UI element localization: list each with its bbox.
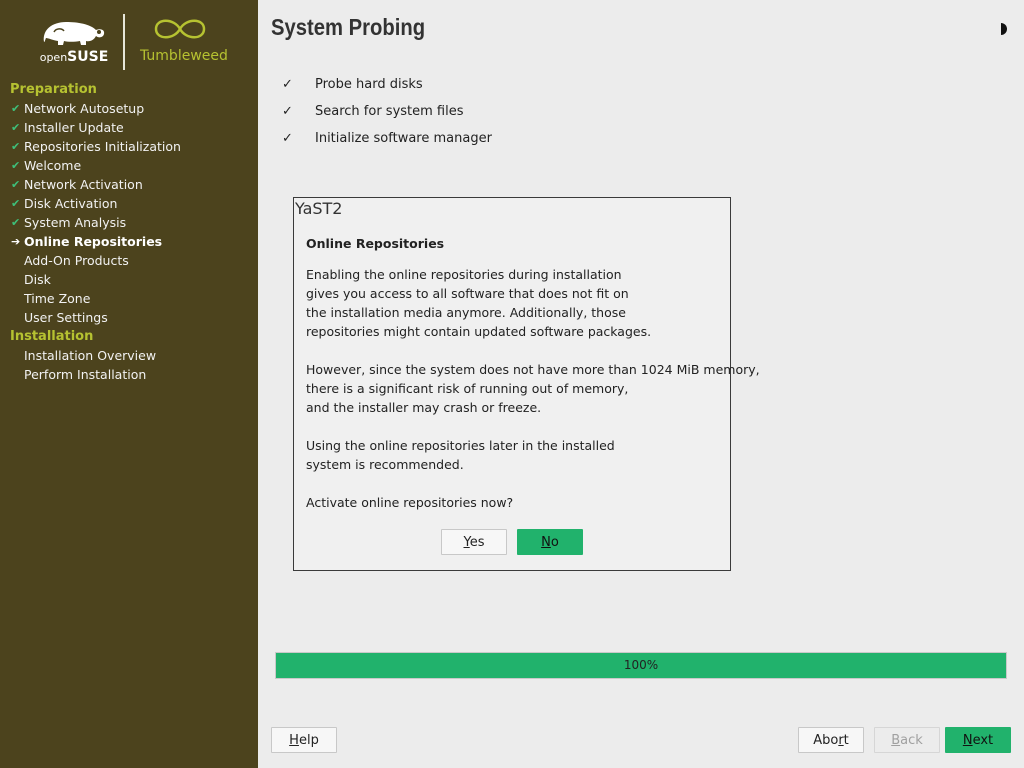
dialog-heading: Online Repositories — [306, 236, 445, 251]
step-label: Installer Update — [24, 120, 124, 135]
back-button-label: Back — [891, 733, 923, 748]
tumbleweed-logo: Tumbleweed — [130, 14, 230, 66]
probe-item: ✓ Initialize software manager — [282, 129, 492, 149]
no-button[interactable]: No — [517, 529, 583, 555]
dialog-text-line: system is recommended. — [306, 457, 464, 472]
check-icon: ✔ — [11, 197, 21, 210]
opensuse-wordmark: openSUSE — [39, 49, 109, 65]
dialog-text-line: gives you access to all software that do… — [306, 286, 629, 301]
step-item: ✔ Network Autosetup — [0, 99, 258, 118]
check-icon: ✔ — [11, 159, 21, 172]
dialog-text-line: However, since the system does not have … — [306, 362, 760, 377]
dialog-text-line: there is a significant risk of running o… — [306, 381, 629, 396]
dialog-text-line: the installation media anymore. Addition… — [306, 305, 626, 320]
chameleon-icon — [43, 22, 105, 45]
dialog-text-line: repositories might contain updated softw… — [306, 324, 652, 339]
installation-steps: Preparation ✔ Network Autosetup ✔ Installer … — [0, 80, 258, 384]
step-item: ✔ Network Activation — [0, 175, 258, 194]
next-button-label: Next — [962, 733, 994, 748]
dialog-text-line: Activate online repositories now? — [306, 495, 514, 510]
dialog-text-line: and the installer may crash or freeze. — [306, 400, 542, 415]
arrow-right-icon: ➔ — [11, 235, 21, 248]
back-button[interactable]: Back — [874, 727, 940, 753]
dialog-text-line: Enabling the online repositories during … — [306, 267, 622, 282]
check-icon: ✔ — [11, 121, 21, 134]
step-label: Disk Activation — [24, 196, 118, 211]
half-moon-icon[interactable] — [992, 20, 1010, 38]
page-title: System Probing — [271, 14, 426, 40]
step-item: ➔ Online Repositories — [0, 232, 258, 251]
dialog-window-title: YaST2 — [295, 199, 343, 218]
abort-button[interactable]: Abort — [798, 727, 864, 753]
opensuse-logo: openSUSE — [38, 16, 110, 65]
check-icon: ✔ — [11, 216, 21, 229]
no-button-label: No — [541, 535, 559, 550]
check-icon: ✓ — [282, 104, 293, 119]
step-item: Add-On Products — [0, 251, 258, 270]
step-label: Network Autosetup — [24, 101, 145, 116]
probe-item: ✓ Search for system files — [282, 102, 464, 122]
step-item: Time Zone — [0, 289, 258, 308]
progress-bar: 100% — [275, 652, 1007, 679]
step-label: Welcome — [24, 158, 82, 173]
step-label: Add-On Products — [24, 253, 129, 268]
check-icon: ✔ — [11, 140, 21, 153]
step-label: Online Repositories — [24, 234, 163, 249]
step-item: Installation Overview — [0, 346, 258, 365]
next-button[interactable]: Next — [945, 727, 1011, 753]
yes-button-label: Yes — [463, 535, 485, 550]
check-icon: ✔ — [11, 102, 21, 115]
infinity-icon — [154, 19, 206, 39]
step-label: User Settings — [24, 310, 108, 325]
step-item: ✔ Installer Update — [0, 118, 258, 137]
logo-divider — [123, 14, 125, 70]
step-section-title: Installation — [10, 329, 94, 344]
step-item: Disk — [0, 270, 258, 289]
help-button[interactable]: Help — [271, 727, 337, 753]
dialog-text-line: Using the online repositories later in t… — [306, 438, 615, 453]
step-label: Repositories Initialization — [24, 139, 181, 154]
step-item: ✔ Disk Activation — [0, 194, 258, 213]
check-icon: ✓ — [282, 77, 293, 92]
step-item: ✔ Welcome — [0, 156, 258, 175]
step-label: Time Zone — [24, 291, 91, 306]
step-item: ✔ System Analysis — [0, 213, 258, 232]
step-item: ✔ Repositories Initialization — [0, 137, 258, 156]
probe-item: ✓ Probe hard disks — [282, 75, 423, 95]
abort-button-label: Abort — [813, 733, 849, 748]
step-label: Installation Overview — [24, 348, 157, 363]
check-icon: ✔ — [11, 178, 21, 191]
step-section-title: Preparation — [10, 82, 97, 97]
step-label: Perform Installation — [24, 367, 147, 382]
step-item: User Settings — [0, 308, 258, 327]
yes-button[interactable]: Yes — [441, 529, 507, 555]
progress-label: 100% — [623, 658, 659, 672]
check-icon: ✓ — [282, 131, 293, 146]
tumbleweed-wordmark: Tumbleweed — [140, 48, 228, 64]
logo-area: openSUSE Tumbleweed — [0, 0, 258, 80]
sidebar: openSUSE Tumbleweed Preparation ✔ Network … — [0, 0, 258, 768]
step-label: Disk — [24, 272, 51, 287]
online-repositories-dialog: YaST2 Online Repositories Enabling the o… — [293, 197, 760, 571]
step-label: System Analysis — [24, 215, 127, 230]
step-item: Perform Installation — [0, 365, 258, 384]
help-button-label: Help — [289, 733, 319, 748]
step-label: Network Activation — [24, 177, 143, 192]
